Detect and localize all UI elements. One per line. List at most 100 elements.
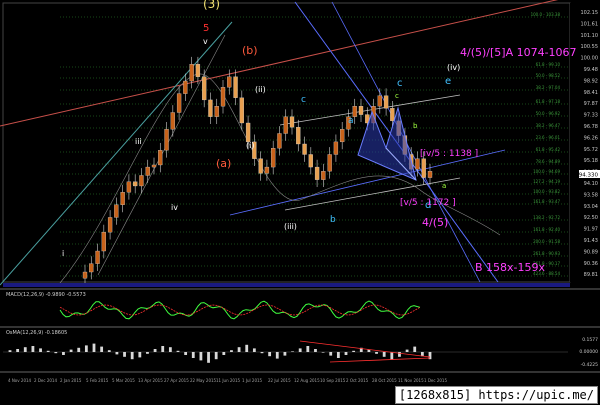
candle-body [220,87,226,107]
osma-bar [291,351,294,352]
candle-body [258,158,263,174]
fib-level-label: 100.0 - 93.82 [533,189,560,194]
candle-body [427,171,433,178]
candle-body [308,154,313,168]
fib-level-label: 261.8 - 90.93 [533,251,560,256]
wave-label-target-text: 4/(5)/[5]A 1074-1067 [460,46,577,59]
price-axis-tick: 101.10 [581,33,599,39]
candle-body [151,164,157,168]
osma-bar [405,349,409,352]
price-axis-tick: 98.92 [584,78,598,84]
candle-body [158,150,163,166]
fib-level-label: 50.0 - 98.52 [536,73,561,78]
price-axis-tick: 90.36 [584,261,598,267]
chart-window: 100.0 - 103.38 61.8 - 99.10 50.0 - 98.52 38… [0,0,600,405]
x-axis-tick: 22 May 2015 [190,378,217,383]
x-axis-tick: 2 Jan 2015 [60,378,82,383]
fib-level-label: 100.0 - 103.38 [531,12,561,17]
osma-bar [115,352,119,355]
candle-body [227,76,232,88]
fib-level-label: 50.0 - 96.92 [536,111,561,116]
osma-bar [77,347,81,352]
wave-label-wave-a: (a) [216,157,231,170]
price-axis-tick: 99.48 [584,67,598,73]
fib-level-label: 127.2 - 94.19 [533,179,560,184]
wave-label-wave-iv-small: iv [171,203,178,212]
candle-body [176,93,182,113]
wave-label-b-blue: b [330,215,336,225]
osma-bar [100,346,104,352]
price-axis-tick: 102.15 [581,10,599,16]
candle-body [271,148,276,168]
price-axis-tick: 93.58 [584,192,598,198]
wave-label-wave-i: i [62,249,64,258]
wave-label-v-top: v [203,37,208,46]
fib-level-label: 161.8 - 93.47 [533,199,560,204]
osma-bar [138,352,142,358]
candle-body [264,166,270,174]
wave-label-top5: 5 [203,23,209,34]
candle-body [383,95,389,109]
candle-body [333,141,339,155]
candle-body [202,76,207,101]
price-axis-tick: 100.00 [581,56,599,62]
osma-bar [207,352,210,363]
osma-bar [62,352,65,355]
osma-bar [298,348,302,352]
osma-bar [107,350,111,352]
wave-label-wave-4-5: 4/(5) [422,216,448,229]
candle-body [314,166,320,180]
macd-title: MACD(12,26,9) -0.9890 -0.5573 [6,292,86,298]
candle-body [377,95,382,107]
osma-bar [260,352,264,354]
candle-body [415,158,420,170]
osma-bar [230,350,233,352]
osma-bar [329,352,333,356]
x-axis-tick: 22 Jul 2015 [268,378,291,383]
osma-bar [153,349,157,352]
candle-body [164,129,169,151]
price-axis-tick: 95.18 [584,158,598,164]
candle-body [133,181,138,187]
candle-body [126,181,132,193]
candle-body [89,263,94,273]
osma-bar [214,352,218,360]
candle-body [95,250,100,264]
x-axis-tick: 2 Oct 2015 [346,378,369,383]
osma-title: OsMA(12,26,9) -0.18605 [6,330,67,336]
wave-label-wave-iii: iii [135,137,142,146]
wave-label-wave-i-paren: (i) [246,141,254,150]
osma-bar [92,343,96,352]
osma-bar [46,350,50,352]
price-axis-tick: 91.97 [584,227,598,233]
candle-body [321,171,326,180]
price-axis-tick: 92.50 [584,215,598,221]
candle-body [283,116,288,134]
price-axis-tick: 90.89 [584,249,598,255]
osma-bar [314,349,317,352]
fib-level-label: 61.8 - 97.18 [536,99,561,104]
x-axis-tick: 4 Nov 2014 [8,378,32,383]
x-axis-tick: 5 Mar 2015 [112,378,135,383]
osma-bar [252,348,256,352]
x-axis-tick: 11 Jun 2015 [216,378,241,383]
candle-body [139,175,144,187]
candle-body [302,143,307,155]
wave-label-wave3: (3) [203,0,220,11]
x-axis-tick: 10 Sep 2015 [320,378,346,383]
candle-body [189,64,194,82]
x-axis-tick: 28 Oct 2015 [372,378,397,383]
osma-upper-trendline [299,340,431,358]
wave-label-wave-iv-paren: (iv) [447,63,460,72]
osma-bar [8,350,12,352]
price-axis-tick: 98.41 [584,90,598,96]
x-axis-tick: 1 Dec 2015 [424,378,447,383]
osma-bar [130,352,134,360]
candle-body [245,122,251,143]
x-axis-tick: 1 Jul 2015 [242,378,263,383]
fib-level-label: 78.6 - 94.89 [536,159,561,164]
osma-bar [268,352,272,357]
osma-bar [375,352,378,354]
price-axis-tick: 96.78 [584,124,598,130]
osma-bar [168,347,172,352]
